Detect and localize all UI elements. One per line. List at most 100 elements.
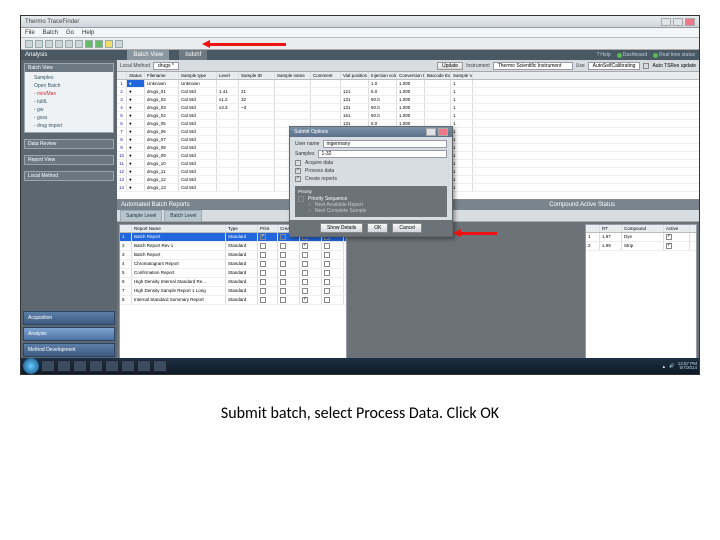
priority-group-label: Priority (298, 189, 444, 194)
table-row[interactable]: 8Internal Standard Summary ReportStandar… (120, 296, 346, 305)
tree-item[interactable]: - drug import (28, 122, 110, 130)
toolbar-icon[interactable] (75, 40, 83, 48)
side-acquisition[interactable]: Acquisition (23, 311, 115, 325)
nav-strip: Analysis Batch View Isdshf ? Help Dashbo… (21, 50, 699, 60)
table-row[interactable]: 3Batch ReportStandard (120, 251, 346, 260)
toolbar-icon[interactable] (55, 40, 63, 48)
toolbar-icon[interactable] (25, 40, 33, 48)
report-view-box[interactable]: Report View (24, 155, 114, 165)
tab-secondary[interactable]: Isdshf (179, 50, 207, 60)
menu-help[interactable]: Help (82, 30, 94, 36)
info-dashboard[interactable]: Dashboard (617, 52, 647, 58)
table-row[interactable]: 11.97Dye (586, 233, 696, 242)
table-row[interactable]: 2Batch Report Rev 1Standard (120, 242, 346, 251)
table-row[interactable]: 5●drugs_04Cal Std15150.01.0001 (117, 112, 699, 120)
toolbar-icon[interactable] (45, 40, 53, 48)
tab-sample-level[interactable]: Sample Level (120, 210, 162, 221)
tree-item[interactable]: - tulitL (28, 98, 110, 106)
toolbar-icon[interactable] (85, 40, 93, 48)
toolbar-icon[interactable] (65, 40, 73, 48)
toolbar-icon[interactable] (95, 40, 103, 48)
use-select[interactable]: AutoSelfCalibrating (588, 62, 641, 70)
taskbar-icon[interactable] (57, 360, 71, 372)
menu-batch[interactable]: Batch (43, 30, 58, 36)
window-title: Thermo TraceFinder (25, 19, 79, 25)
taskbar-icon[interactable] (137, 360, 151, 372)
left-nav: Batch View Samples Open Batch - min/Max … (21, 60, 117, 374)
tree-item[interactable]: - gsss (28, 114, 110, 122)
toolbar (21, 38, 699, 50)
local-method-box[interactable]: Local Method (24, 171, 114, 181)
table-row[interactable]: 1●UnknownUnknown1.01.0001 (117, 80, 699, 88)
taskbar-icon[interactable] (89, 360, 103, 372)
instrument-select[interactable]: Thermo Scientific Instrument (493, 62, 573, 70)
show-details-button[interactable]: Show Details (320, 223, 363, 233)
local-method-select[interactable]: drugs * (153, 62, 179, 70)
slide-caption: Submit batch, select Process Data. Click… (0, 404, 720, 423)
minimize-button[interactable] (661, 18, 671, 26)
clock-date: 5/7/2014 (679, 365, 697, 370)
tab-batch-view[interactable]: Batch View (127, 50, 169, 60)
menu-file[interactable]: File (25, 30, 35, 36)
create-reports-label: Create reports (305, 176, 337, 182)
tray-icon[interactable]: 🔊 (669, 363, 675, 369)
table-row[interactable]: 4●drugs_03Cal Stdv3.3~313150.01.0001 (117, 104, 699, 112)
tray-icon[interactable]: ▲ (662, 364, 666, 369)
dialog-help-icon[interactable] (426, 128, 436, 136)
priority-opt2[interactable]: Next Complete Sample (315, 208, 366, 214)
toolbar-icon[interactable] (35, 40, 43, 48)
table-row[interactable]: 2●drugs_01Cal Std1.41211215.01.0001 (117, 88, 699, 96)
use-label: Use (576, 63, 585, 69)
maximize-button[interactable] (673, 18, 683, 26)
tab-batch-level[interactable]: Batch Level (164, 210, 202, 221)
taskbar-icon[interactable] (73, 360, 87, 372)
menu-go[interactable]: Go (66, 30, 74, 36)
table-row[interactable]: 21.99Strip (586, 242, 696, 251)
samples-label: Samples (295, 151, 314, 157)
side-analysis[interactable]: Analysis (23, 327, 115, 341)
method-row: Local Method drugs * Update Instrument T… (117, 60, 699, 72)
title-bar: Thermo TraceFinder (21, 16, 699, 28)
acquire-checkbox[interactable] (295, 160, 301, 166)
taskbar-icon[interactable] (121, 360, 135, 372)
process-label: Process data (305, 168, 334, 174)
samples-input[interactable] (318, 150, 447, 158)
tree-item[interactable]: Open Batch (28, 82, 110, 90)
taskbar-icon[interactable] (41, 360, 55, 372)
info-help[interactable]: ? Help (597, 52, 611, 58)
username-input[interactable] (323, 140, 447, 148)
ok-button[interactable]: OK (367, 223, 388, 233)
process-checkbox[interactable] (295, 168, 301, 174)
cancel-button[interactable]: Cancel (392, 223, 422, 233)
box-header: Batch View (25, 64, 113, 72)
windows-taskbar[interactable]: ▲ 🔊 12:57 PM 5/7/2014 (21, 358, 699, 374)
side-method-dev[interactable]: Method Development (23, 343, 115, 357)
tree-item[interactable]: - min/Max (28, 90, 110, 98)
table-row[interactable]: 7High Density Sample Report 1 LongStanda… (120, 287, 346, 296)
app-window: Thermo TraceFinder File Batch Go Help An… (20, 15, 700, 375)
info-realtime[interactable]: Real time status (653, 52, 695, 58)
toolbar-icon[interactable] (105, 40, 113, 48)
taskbar-icon[interactable] (105, 360, 119, 372)
auto-chk[interactable] (643, 63, 649, 69)
table-row[interactable]: 5Confirmation ReportStandard (120, 269, 346, 278)
close-button[interactable] (685, 18, 695, 26)
start-button[interactable] (23, 358, 39, 374)
compound-grid[interactable]: RTCompoundActive 11.97Dye21.99Strip (585, 224, 697, 372)
taskbar-icon[interactable] (153, 360, 167, 372)
table-row[interactable]: 6High Density Internal Standard Re...Sta… (120, 278, 346, 287)
toolbar-icon[interactable] (115, 40, 123, 48)
table-row[interactable]: 4Chromatogram ReportStandard (120, 260, 346, 269)
create-reports-checkbox[interactable] (295, 176, 301, 182)
acquire-label: Acquire data (305, 160, 333, 166)
tree-item[interactable]: - gw (28, 106, 110, 114)
annotation-arrow (457, 232, 497, 235)
reports-grid[interactable]: Report NameTypePrintCreate PDFCreate CSV… (119, 224, 347, 372)
table-row[interactable]: 3●drugs_02Cal Stdv1.23213150.01.0001 (117, 96, 699, 104)
auto-chk-label: Auto TSRes update (652, 63, 696, 69)
menu-bar: File Batch Go Help (21, 28, 699, 38)
dialog-close-button[interactable] (438, 128, 448, 136)
update-button[interactable]: Update (437, 62, 463, 70)
data-review-box[interactable]: Data Review (24, 139, 114, 149)
tree-item[interactable]: Samples (28, 74, 110, 82)
